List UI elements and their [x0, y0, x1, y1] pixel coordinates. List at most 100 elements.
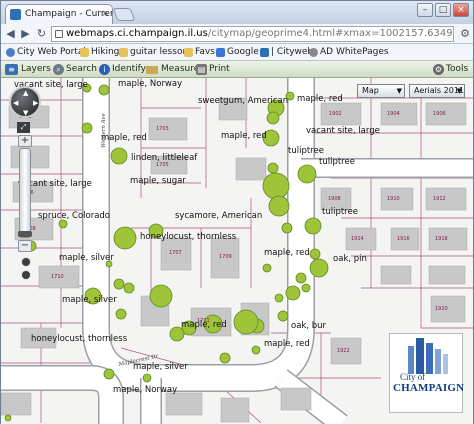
- tree-label: maple, red: [264, 248, 310, 258]
- tree-label: sweetgum, American: [198, 96, 288, 106]
- reload-icon[interactable]: ↻: [34, 26, 49, 41]
- zoom-in-icon[interactable]: +: [18, 135, 32, 147]
- logo-line1: City of: [400, 372, 426, 382]
- identify-button[interactable]: i Identify: [99, 63, 146, 76]
- svg-text:1707: 1707: [169, 250, 182, 256]
- bookmark-cityweb[interactable]: | Cityweb: [259, 46, 313, 59]
- url-path: /citymap/geoprime4.html#xmax=1002157.634…: [207, 28, 453, 39]
- svg-text:1906: 1906: [433, 111, 446, 117]
- next-extent-icon[interactable]: [21, 270, 31, 280]
- svg-text:1922: 1922: [337, 348, 350, 354]
- bookmarks-bar: City Web Portal Hiking guitar lessons Fa…: [1, 44, 473, 61]
- measure-button[interactable]: Measure: [146, 63, 199, 76]
- svg-text:1710: 1710: [51, 274, 64, 280]
- address-bar[interactable]: webmaps.ci.champaign.il.us/citymap/geopr…: [51, 26, 454, 42]
- chevron-down-icon: ▼: [456, 87, 462, 95]
- back-icon[interactable]: ◀: [3, 26, 18, 41]
- layers-label: Layers: [21, 64, 51, 74]
- minimize-button[interactable]: –: [417, 3, 433, 17]
- basemap-select[interactable]: Map ▼: [357, 84, 405, 98]
- ruler-icon: [146, 66, 158, 74]
- svg-text:1912: 1912: [433, 196, 446, 202]
- bookmark-hiking[interactable]: Hiking: [79, 46, 119, 59]
- pan-control[interactable]: ▲ ▼ ◀ ▶: [9, 86, 41, 118]
- browser-window: Champaign - Current I × – □ × ◀ ▶ ↻ webm…: [0, 0, 474, 424]
- close-window-button[interactable]: ×: [453, 3, 469, 17]
- bookmark-label: Google: [227, 47, 259, 57]
- folder-icon: [184, 48, 193, 57]
- tree-label: maple, sugar: [130, 176, 186, 186]
- svg-text:1902: 1902: [329, 111, 342, 117]
- bookmark-label: Favs: [195, 47, 215, 57]
- previous-extent-icon[interactable]: [21, 257, 31, 267]
- tab-close-icon[interactable]: ×: [101, 5, 109, 23]
- map-toolbar: ≡ Layers ⌕ Search i Identify Measure ▤ Print…: [1, 61, 473, 78]
- bookmark-city-web-portal[interactable]: City Web Portal: [5, 46, 86, 59]
- tree-label: maple, silver: [62, 295, 117, 305]
- svg-text:1920: 1920: [435, 306, 448, 312]
- pan-down-icon[interactable]: ▼: [23, 109, 28, 117]
- bookmark-favs[interactable]: Favs: [183, 46, 215, 59]
- bookmark-ad-whitepages[interactable]: AD WhitePages: [308, 46, 389, 59]
- tree-label: maple, red: [221, 131, 267, 141]
- zoom-out-icon[interactable]: −: [18, 240, 32, 252]
- tree-label: maple, red: [181, 320, 227, 330]
- pan-up-icon[interactable]: ▲: [23, 89, 28, 97]
- tools-button[interactable]: ⚙ Tools: [433, 63, 468, 76]
- tab-strip: Champaign - Current I × – □ ×: [1, 1, 473, 24]
- navigation-bar: ◀ ▶ ↻ webmaps.ci.champaign.il.us/citymap…: [1, 24, 473, 44]
- tree-label: linden, littleleaf: [131, 153, 198, 163]
- info-icon: i: [99, 64, 110, 75]
- search-button[interactable]: ⌕ Search: [53, 63, 97, 76]
- forward-icon[interactable]: ▶: [18, 26, 33, 41]
- layers-button[interactable]: ≡ Layers: [5, 63, 51, 76]
- tree-label: tuliptree: [322, 207, 358, 217]
- pan-left-icon[interactable]: ◀: [13, 99, 18, 107]
- pan-right-icon[interactable]: ▶: [33, 99, 38, 107]
- bookmark-label: | Cityweb: [271, 47, 314, 57]
- print-button[interactable]: ▤ Print: [196, 63, 230, 76]
- zoom-slider[interactable]: [18, 148, 32, 238]
- full-extent-icon[interactable]: ⤢: [17, 122, 30, 133]
- maximize-button[interactable]: □: [435, 3, 451, 17]
- tree-label: spruce, Colorado: [38, 211, 110, 221]
- svg-text:1916: 1916: [397, 236, 410, 242]
- logo-line2: CHAMPAIGN: [393, 382, 465, 394]
- aerials-select[interactable]: Aerials 2011 ▼: [409, 84, 465, 98]
- svg-text:1709: 1709: [219, 254, 232, 260]
- tree-label: tuliptree: [288, 146, 324, 156]
- print-label: Print: [209, 64, 230, 74]
- wrench-menu-icon[interactable]: ⚙: [460, 27, 470, 40]
- svg-text:1910: 1910: [387, 196, 400, 202]
- search-label: Search: [66, 64, 97, 74]
- bookmark-guitar-lessons[interactable]: guitar lessons: [118, 46, 193, 59]
- tree-label: sycamore, American: [175, 211, 262, 221]
- gear-icon: ⚙: [433, 64, 444, 75]
- bookmark-google[interactable]: Google: [215, 46, 259, 59]
- tree-label: oak, bur: [291, 321, 327, 331]
- book-icon: [309, 48, 318, 57]
- tree-label: oak, pin: [333, 254, 367, 264]
- layers-icon: ≡: [5, 64, 18, 75]
- new-tab-button[interactable]: [112, 8, 136, 21]
- folder-icon: [119, 48, 128, 57]
- url-host: webmaps.ci.champaign.il.us: [66, 28, 208, 39]
- page-icon: [260, 48, 269, 57]
- svg-text:1908: 1908: [328, 196, 341, 202]
- tree-label: maple, red: [297, 94, 343, 104]
- tree-label: maple, Norway: [118, 79, 182, 89]
- tree-label: honeylocust, thornless: [31, 334, 128, 344]
- tree-label: maple, red: [101, 133, 147, 143]
- tools-label: Tools: [446, 64, 469, 74]
- bookmark-label: AD WhitePages: [320, 47, 389, 57]
- tab-title: Champaign - Current I: [25, 9, 112, 19]
- printer-icon: ▤: [196, 64, 207, 75]
- browser-tab[interactable]: Champaign - Current I ×: [5, 4, 113, 24]
- tree-label: tuliptree: [319, 157, 355, 167]
- bookmark-label: City Web Portal: [17, 47, 86, 57]
- measure-label: Measure: [161, 64, 200, 74]
- map-navigation-control: ▲ ▼ ◀ ▶: [9, 86, 45, 118]
- map-view[interactable]: 170217041706 170817101703 170517071709 1…: [1, 78, 473, 424]
- skyline-icon: [408, 338, 448, 374]
- zoom-slider-thumb[interactable]: [18, 231, 32, 237]
